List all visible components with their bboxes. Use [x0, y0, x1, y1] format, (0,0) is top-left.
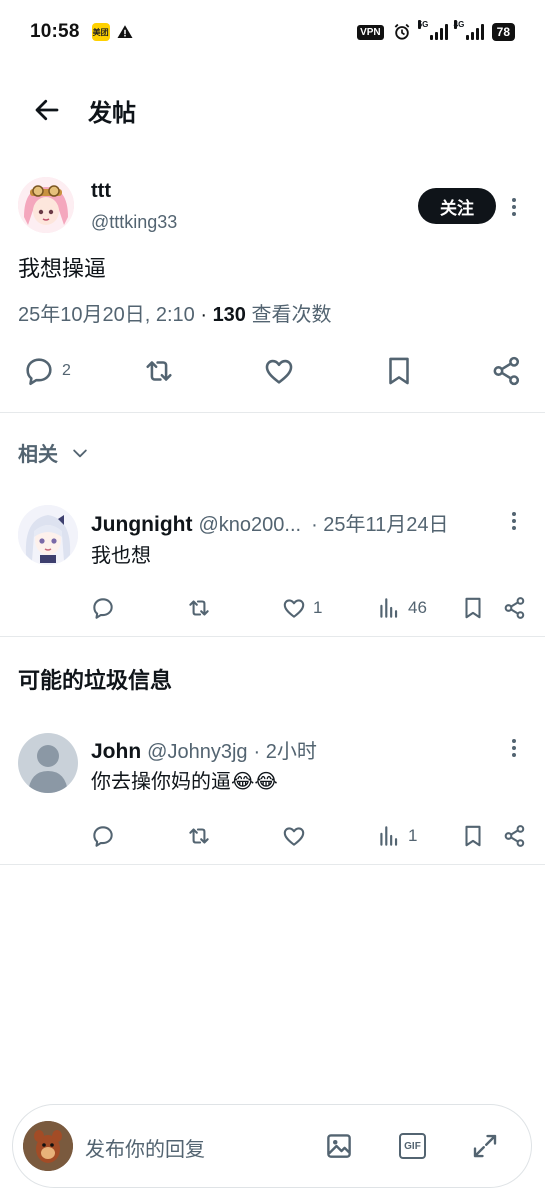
reply-icon[interactable]	[90, 595, 116, 621]
post-more-icon[interactable]	[506, 196, 522, 218]
reply-input[interactable]: 发布你的回复	[85, 1133, 205, 1162]
battery-indicator: 78	[491, 23, 515, 41]
repost-icon[interactable]	[142, 354, 176, 388]
views-chart-icon	[380, 598, 398, 618]
divider	[0, 636, 545, 637]
views-chart-icon	[380, 826, 398, 846]
bookmark-icon[interactable]	[460, 823, 486, 849]
reply-icon[interactable]	[90, 823, 116, 849]
top-app-bar: 发帖	[0, 72, 545, 148]
bookmark-icon[interactable]	[382, 354, 416, 388]
status-bar: 10:58 美团 VPN 5G 4G 78	[0, 0, 545, 64]
reply-views-button[interactable]: 46	[376, 595, 427, 621]
related-label: 相关	[18, 444, 58, 466]
reply-header: Jungnight @kno200... · 25年11月24日	[91, 508, 449, 537]
reply-text: 我也想	[91, 545, 151, 567]
bookmark-icon[interactable]	[460, 595, 486, 621]
reply-avatar-john[interactable]	[18, 733, 78, 793]
reply-like-button[interactable]: 1	[281, 595, 322, 621]
reply-date: · 25年11月24日	[311, 514, 449, 536]
follow-button[interactable]: 关注	[418, 188, 496, 224]
chevron-down-icon	[73, 449, 87, 457]
like-icon[interactable]	[281, 823, 307, 849]
post-reply-button[interactable]: 2	[22, 354, 71, 388]
image-icon[interactable]	[324, 1131, 354, 1161]
gif-icon[interactable]: GIF	[399, 1133, 426, 1159]
reply-handle[interactable]: @kno200...	[198, 514, 301, 537]
reply-display-name[interactable]: Jungnight	[91, 513, 192, 537]
like-icon	[283, 599, 305, 618]
reply-icon	[26, 358, 52, 386]
repost-icon[interactable]	[186, 595, 212, 621]
like-icon[interactable]	[262, 354, 296, 388]
post-view-count: 130	[212, 304, 246, 326]
post-text: 我想操逼	[18, 256, 107, 281]
reply-display-name[interactable]: John	[91, 740, 141, 764]
reply-views-button[interactable]: 1	[376, 823, 417, 849]
reply-views-count: 46	[408, 598, 427, 617]
post-meta: 25年10月20日, 2:10 · 130 查看次数	[18, 298, 332, 327]
post-author-avatar[interactable]	[18, 177, 74, 233]
post-view-label: 查看次数	[251, 304, 332, 326]
post-display-name[interactable]: ttt	[91, 180, 111, 203]
status-time: 10:58	[30, 21, 80, 42]
divider	[0, 412, 545, 413]
repost-icon[interactable]	[186, 823, 212, 849]
reply-views-count: 1	[408, 826, 418, 845]
page-title: 发帖	[88, 99, 136, 127]
reply-like-count: 1	[313, 598, 323, 617]
share-icon[interactable]	[502, 595, 528, 621]
reply-header: John @Johny3jg · 2小时	[91, 735, 317, 764]
share-icon[interactable]	[502, 823, 528, 849]
related-filter-dropdown[interactable]: 相关	[18, 438, 90, 467]
share-icon[interactable]	[490, 354, 524, 388]
reply-composer[interactable]: 发布你的回复 GIF	[12, 1104, 532, 1188]
back-arrow-icon[interactable]	[32, 95, 62, 125]
divider	[0, 864, 545, 865]
post-handle[interactable]: @tttking33	[91, 212, 177, 233]
follow-button-label: 关注	[440, 198, 474, 218]
alarm-icon	[394, 23, 409, 40]
signal-4g-icon: 4G	[453, 20, 484, 40]
post-date: 25年10月20日, 2:10	[18, 304, 195, 326]
reply-avatar-jungnight[interactable]	[18, 505, 78, 565]
composer-avatar[interactable]	[23, 1121, 73, 1171]
warning-icon	[117, 25, 133, 38]
reply-date: · 2小时	[253, 741, 317, 763]
vpn-badge: VPN	[357, 24, 384, 40]
signal-5g-icon: 5G	[417, 20, 448, 40]
reply-more-icon[interactable]	[506, 737, 522, 759]
meta-separator: ·	[194, 304, 213, 326]
meituan-app-icon: 美团	[91, 23, 110, 41]
reply-more-icon[interactable]	[506, 510, 522, 532]
post-reply-count: 2	[62, 362, 71, 379]
reply-text: 你去操你妈的逼😂😂	[91, 771, 278, 793]
spam-section-heading: 可能的垃圾信息	[18, 668, 173, 693]
expand-icon[interactable]	[470, 1131, 500, 1161]
reply-handle[interactable]: @Johny3jg	[147, 741, 247, 764]
